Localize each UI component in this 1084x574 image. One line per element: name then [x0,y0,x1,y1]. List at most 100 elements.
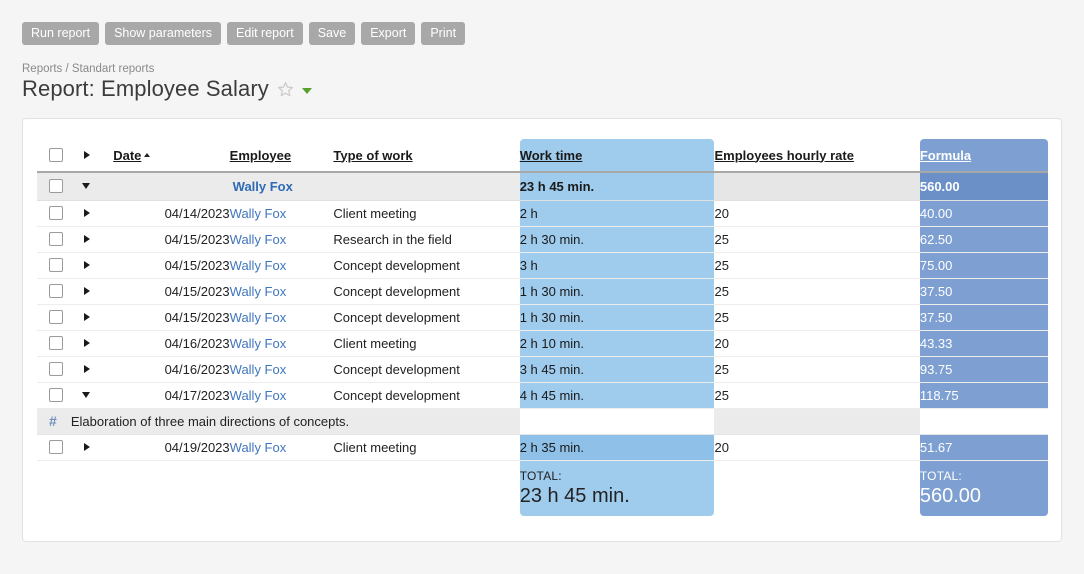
edit-report-button[interactable]: Edit report [227,22,303,45]
row-checkbox[interactable] [49,206,63,220]
row-select-cell [37,226,71,252]
table-row[interactable]: 04/15/2023 Wally Fox Research in the fie… [37,226,1048,252]
cell-employee: Wally Fox [230,252,334,278]
totals-work-time-value: 23 h 45 min. [520,484,715,508]
print-button[interactable]: Print [421,22,465,45]
group-rate-cell [714,172,919,200]
collapse-triangle-icon[interactable] [82,183,90,189]
row-select-cell [37,356,71,382]
expand-triangle-icon[interactable] [84,365,90,373]
row-checkbox[interactable] [49,284,63,298]
cell-employee: Wally Fox [230,226,334,252]
cell-hourly-rate: 25 [714,278,919,304]
expand-triangle-icon[interactable] [84,261,90,269]
expand-triangle-icon[interactable] [84,209,90,217]
cell-employee: Wally Fox [230,434,334,460]
row-checkbox[interactable] [49,179,63,193]
column-header-employee[interactable]: Employee [230,139,334,172]
row-checkbox[interactable] [49,440,63,454]
cell-type-of-work: Concept development [333,304,519,330]
employee-link[interactable]: Wally Fox [230,258,287,273]
collapse-triangle-icon[interactable] [82,392,90,398]
table-row[interactable]: 04/19/2023 Wally Fox Client meeting 2 h … [37,434,1048,460]
row-checkbox[interactable] [49,388,63,402]
header-expand-cell [71,139,113,172]
expand-all-triangle-icon[interactable] [84,151,90,159]
cell-work-time: 2 h 35 min. [520,434,715,460]
cell-date: 04/19/2023 [113,434,229,460]
star-outline-icon[interactable] [277,81,294,98]
note-formula-cell [920,408,1048,434]
totals-spacer-3 [113,460,229,516]
cell-formula: 37.50 [920,304,1048,330]
group-row[interactable]: Wally Fox 23 h 45 min. 560.00 [37,172,1048,200]
cell-hourly-rate: 25 [714,226,919,252]
table-row[interactable]: 04/15/2023 Wally Fox Concept development… [37,304,1048,330]
cell-type-of-work: Client meeting [333,200,519,226]
breadcrumb-root[interactable]: Reports [22,63,62,75]
employee-link[interactable]: Wally Fox [230,284,287,299]
cell-hourly-rate: 25 [714,304,919,330]
column-header-employee-label[interactable]: Employee [230,148,291,163]
cell-hourly-rate: 20 [714,330,919,356]
caret-down-icon[interactable] [302,88,312,94]
sort-ascending-icon [144,153,150,157]
column-header-date[interactable]: Date [113,139,229,172]
column-header-work-time[interactable]: Work time [520,139,715,172]
save-button[interactable]: Save [309,22,356,45]
expand-triangle-icon[interactable] [84,235,90,243]
column-header-type-of-work-label[interactable]: Type of work [333,148,412,163]
employee-link[interactable]: Wally Fox [230,310,287,325]
report-table: Date Employee Type of work Work time Emp… [37,139,1048,516]
row-checkbox[interactable] [49,232,63,246]
employee-link[interactable]: Wally Fox [230,440,287,455]
expand-triangle-icon[interactable] [84,443,90,451]
row-checkbox[interactable] [49,258,63,272]
totals-spacer-6 [714,460,919,516]
employee-link[interactable]: Wally Fox [230,232,287,247]
row-expand-cell [71,356,113,382]
employee-link[interactable]: Wally Fox [230,206,287,221]
table-row[interactable]: 04/15/2023 Wally Fox Concept development… [37,252,1048,278]
row-checkbox[interactable] [49,362,63,376]
employee-link[interactable]: Wally Fox [230,336,287,351]
export-button[interactable]: Export [361,22,415,45]
note-time-cell [520,408,715,434]
select-all-checkbox[interactable] [49,148,63,162]
breadcrumb-current[interactable]: Standart reports [72,63,154,75]
expand-triangle-icon[interactable] [84,339,90,347]
cell-formula: 43.33 [920,330,1048,356]
hash-icon: # [49,413,71,429]
group-work-cell [333,172,519,200]
totals-formula-cell: TOTAL: 560.00 [920,460,1048,516]
toolbar: Run report Show parameters Edit report S… [22,22,465,45]
employee-link[interactable]: Wally Fox [230,388,287,403]
table-row[interactable]: 04/15/2023 Wally Fox Concept development… [37,278,1048,304]
column-header-date-label[interactable]: Date [113,148,141,163]
row-select-cell [37,382,71,408]
column-header-hourly-rate-label[interactable]: Employees hourly rate [714,148,853,163]
row-checkbox[interactable] [49,336,63,350]
show-parameters-button[interactable]: Show parameters [105,22,221,45]
table-row[interactable]: 04/17/2023 Wally Fox Concept development… [37,382,1048,408]
note-rate-cell [714,408,919,434]
run-report-button[interactable]: Run report [22,22,99,45]
row-select-cell [37,330,71,356]
expand-triangle-icon[interactable] [84,313,90,321]
table-row[interactable]: 04/16/2023 Wally Fox Client meeting 2 h … [37,330,1048,356]
column-header-type-of-work[interactable]: Type of work [333,139,519,172]
column-header-formula[interactable]: Formula [920,139,1048,172]
cell-formula: 62.50 [920,226,1048,252]
column-header-hourly-rate[interactable]: Employees hourly rate [714,139,919,172]
column-header-formula-label[interactable]: Formula [920,148,971,163]
report-card: Date Employee Type of work Work time Emp… [22,118,1062,542]
cell-employee: Wally Fox [230,278,334,304]
page-title: Report: Employee Salary [22,76,269,102]
expand-triangle-icon[interactable] [84,287,90,295]
cell-type-of-work: Concept development [333,278,519,304]
table-row[interactable]: 04/16/2023 Wally Fox Concept development… [37,356,1048,382]
employee-link[interactable]: Wally Fox [230,362,287,377]
column-header-work-time-label[interactable]: Work time [520,148,583,163]
row-checkbox[interactable] [49,310,63,324]
table-row[interactable]: 04/14/2023 Wally Fox Client meeting 2 h … [37,200,1048,226]
